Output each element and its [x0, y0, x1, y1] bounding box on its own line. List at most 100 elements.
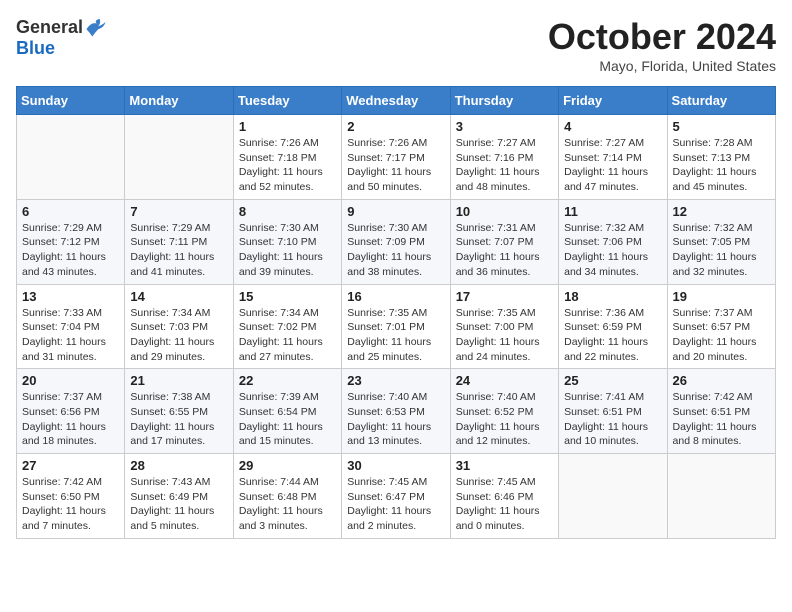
day-number: 17 — [456, 289, 553, 304]
logo-general-text: General — [16, 17, 83, 38]
weekday-header-sunday: Sunday — [17, 87, 125, 115]
day-info: Sunrise: 7:42 AMSunset: 6:50 PMDaylight:… — [22, 475, 119, 534]
calendar-header: SundayMondayTuesdayWednesdayThursdayFrid… — [17, 87, 776, 115]
calendar-cell: 29 Sunrise: 7:44 AMSunset: 6:48 PMDayligh… — [233, 454, 341, 539]
month-title: October 2024 — [548, 16, 776, 58]
calendar-week-row: 20Sunrise: 7:37 AMSunset: 6:56 PMDayligh… — [17, 369, 776, 454]
day-number: 4 — [564, 119, 661, 134]
day-info: Sunrise: 7:43 AMSunset: 6:49 PMDaylight:… — [130, 475, 227, 534]
calendar-cell — [125, 115, 233, 200]
logo-bird-icon — [85, 16, 107, 38]
calendar-cell: 10Sunrise: 7:31 AMSunset: 7:07 PMDayligh… — [450, 199, 558, 284]
day-number: 2 — [347, 119, 444, 134]
calendar-week-row: 6 Sunrise: 7:29 AMSunset: 7:12 PMDaylight… — [17, 199, 776, 284]
day-info: Sunrise: 7:36 AMSunset: 6:59 PMDaylight:… — [564, 306, 661, 365]
day-number: 9 — [347, 204, 444, 219]
calendar-cell: 7 Sunrise: 7:29 AMSunset: 7:11 PMDaylight… — [125, 199, 233, 284]
calendar-cell: 27 Sunrise: 7:42 AMSunset: 6:50 PMDayligh… — [17, 454, 125, 539]
day-info: Sunrise: 7:44 AMSunset: 6:48 PMDaylight:… — [239, 475, 336, 534]
day-info: Sunrise: 7:30 AMSunset: 7:10 PMDaylight:… — [239, 221, 336, 280]
calendar-cell: 22Sunrise: 7:39 AMSunset: 6:54 PMDayligh… — [233, 369, 341, 454]
calendar-cell: 8 Sunrise: 7:30 AMSunset: 7:10 PMDaylight… — [233, 199, 341, 284]
day-number: 13 — [22, 289, 119, 304]
day-info: Sunrise: 7:40 AMSunset: 6:53 PMDaylight:… — [347, 390, 444, 449]
calendar-cell: 14Sunrise: 7:34 AMSunset: 7:03 PMDayligh… — [125, 284, 233, 369]
calendar-cell: 13 Sunrise: 7:33 AMSunset: 7:04 PMDayligh… — [17, 284, 125, 369]
title-area: October 2024 Mayo, Florida, United State… — [548, 16, 776, 74]
day-info: Sunrise: 7:34 AMSunset: 7:03 PMDaylight:… — [130, 306, 227, 365]
day-info: Sunrise: 7:32 AMSunset: 7:05 PMDaylight:… — [673, 221, 770, 280]
day-number: 24 — [456, 373, 553, 388]
day-number: 26 — [673, 373, 770, 388]
calendar-cell: 15Sunrise: 7:34 AMSunset: 7:02 PMDayligh… — [233, 284, 341, 369]
calendar-body: 1 Sunrise: 7:26 AMSunset: 7:18 PMDaylight… — [17, 115, 776, 539]
calendar-cell: 26 Sunrise: 7:42 AMSunset: 6:51 PMDayligh… — [667, 369, 775, 454]
day-info: Sunrise: 7:35 AMSunset: 7:00 PMDaylight:… — [456, 306, 553, 365]
day-number: 18 — [564, 289, 661, 304]
calendar-week-row: 13 Sunrise: 7:33 AMSunset: 7:04 PMDayligh… — [17, 284, 776, 369]
page-header: General Blue October 2024 Mayo, Florida,… — [16, 16, 776, 74]
day-number: 15 — [239, 289, 336, 304]
day-number: 5 — [673, 119, 770, 134]
day-info: Sunrise: 7:42 AMSunset: 6:51 PMDaylight:… — [673, 390, 770, 449]
calendar-cell: 12 Sunrise: 7:32 AMSunset: 7:05 PMDayligh… — [667, 199, 775, 284]
weekday-header-monday: Monday — [125, 87, 233, 115]
calendar-week-row: 1 Sunrise: 7:26 AMSunset: 7:18 PMDaylight… — [17, 115, 776, 200]
day-number: 7 — [130, 204, 227, 219]
day-number: 22 — [239, 373, 336, 388]
day-number: 31 — [456, 458, 553, 473]
day-info: Sunrise: 7:45 AMSunset: 6:46 PMDaylight:… — [456, 475, 553, 534]
day-number: 1 — [239, 119, 336, 134]
day-info: Sunrise: 7:29 AMSunset: 7:12 PMDaylight:… — [22, 221, 119, 280]
day-number: 11 — [564, 204, 661, 219]
day-number: 19 — [673, 289, 770, 304]
day-number: 8 — [239, 204, 336, 219]
day-info: Sunrise: 7:31 AMSunset: 7:07 PMDaylight:… — [456, 221, 553, 280]
day-info: Sunrise: 7:40 AMSunset: 6:52 PMDaylight:… — [456, 390, 553, 449]
day-info: Sunrise: 7:41 AMSunset: 6:51 PMDaylight:… — [564, 390, 661, 449]
calendar-cell: 11 Sunrise: 7:32 AMSunset: 7:06 PMDayligh… — [559, 199, 667, 284]
calendar-cell: 18 Sunrise: 7:36 AMSunset: 6:59 PMDayligh… — [559, 284, 667, 369]
day-number: 28 — [130, 458, 227, 473]
calendar-cell: 20Sunrise: 7:37 AMSunset: 6:56 PMDayligh… — [17, 369, 125, 454]
calendar-cell: 2Sunrise: 7:26 AMSunset: 7:17 PMDaylight… — [342, 115, 450, 200]
day-info: Sunrise: 7:37 AMSunset: 6:57 PMDaylight:… — [673, 306, 770, 365]
day-number: 3 — [456, 119, 553, 134]
day-number: 21 — [130, 373, 227, 388]
calendar-cell: 17 Sunrise: 7:35 AMSunset: 7:00 PMDayligh… — [450, 284, 558, 369]
day-info: Sunrise: 7:35 AMSunset: 7:01 PMDaylight:… — [347, 306, 444, 365]
day-info: Sunrise: 7:30 AMSunset: 7:09 PMDaylight:… — [347, 221, 444, 280]
day-info: Sunrise: 7:27 AMSunset: 7:16 PMDaylight:… — [456, 136, 553, 195]
location-subtitle: Mayo, Florida, United States — [548, 58, 776, 74]
calendar-cell: 24 Sunrise: 7:40 AMSunset: 6:52 PMDayligh… — [450, 369, 558, 454]
weekday-header-saturday: Saturday — [667, 87, 775, 115]
calendar-cell: 19 Sunrise: 7:37 AMSunset: 6:57 PMDayligh… — [667, 284, 775, 369]
day-info: Sunrise: 7:33 AMSunset: 7:04 PMDaylight:… — [22, 306, 119, 365]
logo: General Blue — [16, 16, 107, 59]
calendar-cell — [559, 454, 667, 539]
weekday-header-friday: Friday — [559, 87, 667, 115]
day-number: 30 — [347, 458, 444, 473]
calendar-cell: 5 Sunrise: 7:28 AMSunset: 7:13 PMDaylight… — [667, 115, 775, 200]
day-info: Sunrise: 7:27 AMSunset: 7:14 PMDaylight:… — [564, 136, 661, 195]
day-number: 12 — [673, 204, 770, 219]
calendar-cell — [17, 115, 125, 200]
day-info: Sunrise: 7:29 AMSunset: 7:11 PMDaylight:… — [130, 221, 227, 280]
day-info: Sunrise: 7:26 AMSunset: 7:18 PMDaylight:… — [239, 136, 336, 195]
weekday-header-tuesday: Tuesday — [233, 87, 341, 115]
day-number: 29 — [239, 458, 336, 473]
day-info: Sunrise: 7:32 AMSunset: 7:06 PMDaylight:… — [564, 221, 661, 280]
day-number: 16 — [347, 289, 444, 304]
calendar-cell: 4 Sunrise: 7:27 AMSunset: 7:14 PMDaylight… — [559, 115, 667, 200]
day-info: Sunrise: 7:28 AMSunset: 7:13 PMDaylight:… — [673, 136, 770, 195]
weekday-header-thursday: Thursday — [450, 87, 558, 115]
calendar-cell: 16 Sunrise: 7:35 AMSunset: 7:01 PMDayligh… — [342, 284, 450, 369]
day-info: Sunrise: 7:45 AMSunset: 6:47 PMDaylight:… — [347, 475, 444, 534]
weekday-header-row: SundayMondayTuesdayWednesdayThursdayFrid… — [17, 87, 776, 115]
calendar-cell: 9 Sunrise: 7:30 AMSunset: 7:09 PMDaylight… — [342, 199, 450, 284]
day-number: 6 — [22, 204, 119, 219]
calendar-cell: 25Sunrise: 7:41 AMSunset: 6:51 PMDayligh… — [559, 369, 667, 454]
calendar-cell: 30 Sunrise: 7:45 AMSunset: 6:47 PMDayligh… — [342, 454, 450, 539]
day-number: 27 — [22, 458, 119, 473]
calendar-cell: 28 Sunrise: 7:43 AMSunset: 6:49 PMDayligh… — [125, 454, 233, 539]
